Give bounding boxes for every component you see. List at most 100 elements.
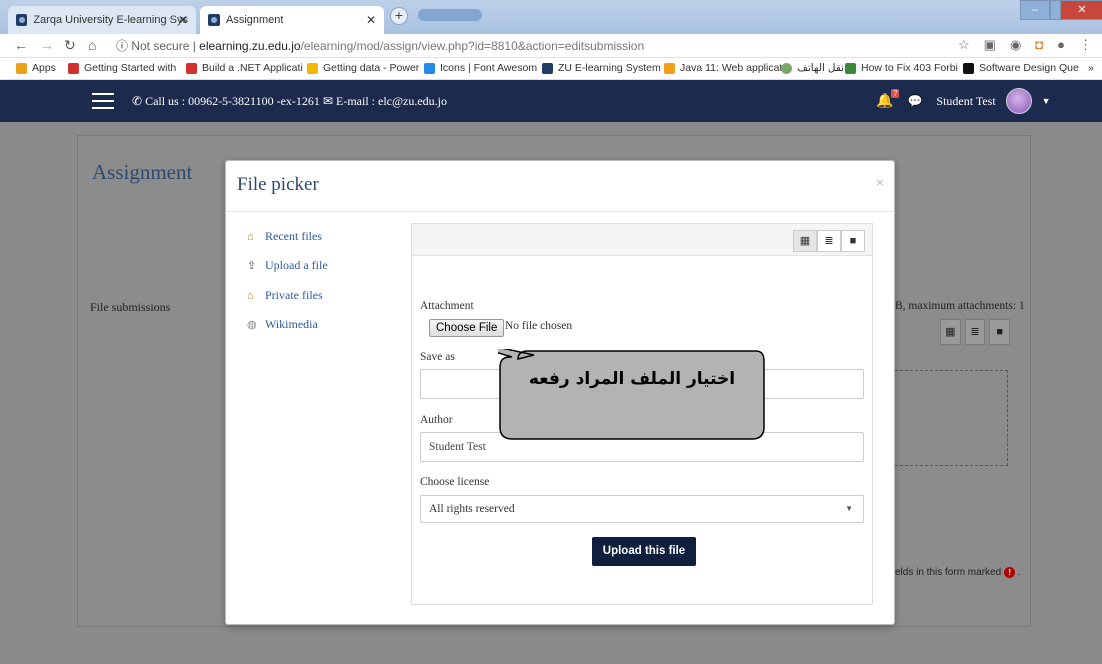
- repo-upload-file[interactable]: ⇪ Upload a file: [247, 258, 328, 273]
- grid-view-icon: ▦: [940, 319, 961, 345]
- blurred-tab-area: [418, 9, 482, 21]
- license-select[interactable]: All rights reserved ▼: [420, 495, 864, 523]
- site-favicon-icon: [16, 14, 28, 26]
- panel-toolbar: ▦ ≣ ■: [412, 224, 872, 256]
- hamburger-menu-icon[interactable]: [92, 93, 114, 109]
- bookmark-favicon-icon: [307, 62, 318, 74]
- file-submissions-label: File submissions: [90, 300, 171, 314]
- repo-private-files[interactable]: ⌂ Private files: [247, 288, 323, 303]
- url-field[interactable]: ⓘ Not secure | elearning.zu.edu.jo/elear…: [116, 37, 644, 54]
- dialog-title: File picker: [237, 174, 319, 195]
- background-view-toggles: ▦ ≣ ■: [940, 319, 1011, 345]
- bookmark-favicon-icon: [542, 62, 553, 74]
- page-title: Assignment: [92, 160, 193, 184]
- site-navbar: ✆ Call us : 00962-5-3821100 -ex-1261 ✉ E…: [0, 80, 1102, 122]
- required-fields-note: elds in this form marked! .: [895, 567, 1021, 578]
- close-window-button[interactable]: ✕: [1060, 0, 1102, 20]
- bookmark-favicon-icon: [963, 62, 974, 74]
- bookmark-item[interactable]: نقل الهاتف: [781, 62, 844, 74]
- bookmark-item[interactable]: ZU E-learning System: [542, 62, 661, 74]
- browser-tab-bar: Zarqa University E-learning Syste ✕ Assi…: [0, 0, 1102, 34]
- extension-icon[interactable]: ◉: [1010, 37, 1021, 53]
- recent-files-icon: ⌂: [247, 230, 254, 243]
- chevron-down-icon: ▼: [845, 504, 853, 513]
- close-tab-icon[interactable]: ✕: [366, 13, 376, 27]
- bookmark-item[interactable]: Software Design Que: [963, 62, 1079, 74]
- repo-recent-files[interactable]: ⌂ Recent files: [247, 229, 322, 244]
- forward-arrow-icon[interactable]: →: [40, 37, 54, 53]
- extension-icon[interactable]: ▣: [984, 37, 996, 53]
- close-tab-icon[interactable]: ✕: [178, 13, 188, 27]
- required-icon: !: [1004, 567, 1016, 578]
- tab-title: Zarqa University E-learning Syste: [33, 14, 188, 26]
- bookmark-favicon-icon: [781, 62, 792, 74]
- bookmark-item[interactable]: Java 11: Web applicat: [664, 62, 782, 74]
- annotation-callout: [498, 349, 765, 440]
- back-arrow-icon[interactable]: ←: [14, 37, 28, 53]
- security-label: Not secure: [131, 39, 190, 53]
- bookmark-apps[interactable]: Apps: [16, 62, 56, 74]
- max-attachments-info: B, maximum attachments: 1: [895, 300, 1025, 312]
- phone-icon: ✆: [132, 94, 146, 108]
- contact-email: E-mail : elc@zu.edu.jo: [336, 94, 448, 108]
- view-toggle-group: ▦ ≣ ■: [793, 230, 865, 252]
- bookmark-favicon-icon: [664, 62, 675, 74]
- apps-grid-icon: [16, 62, 27, 74]
- browser-toolbar-icons: ☆ ▣ ◉ ◘ ● ⋮: [958, 37, 1092, 53]
- annotation-text: اختيار الملف المراد رفعه: [528, 369, 736, 389]
- folder-view-icon[interactable]: ■: [841, 230, 865, 252]
- bookmark-favicon-icon: [845, 62, 856, 74]
- user-name[interactable]: Student Test: [936, 94, 995, 109]
- user-menu: 🔔 7 💬 Student Test ▼: [876, 88, 1051, 114]
- menu-kebab-icon[interactable]: ⋮: [1079, 37, 1092, 53]
- bookmark-item[interactable]: Getting Started with: [68, 62, 176, 74]
- contact-info: ✆ Call us : 00962-5-3821100 -ex-1261 ✉ E…: [132, 94, 447, 109]
- new-tab-button[interactable]: +: [390, 7, 408, 25]
- minimize-window-button[interactable]: –: [1020, 0, 1050, 20]
- info-icon: ⓘ: [116, 39, 132, 53]
- reload-icon[interactable]: ↻: [64, 37, 76, 54]
- notification-bell-icon[interactable]: 🔔 7: [876, 88, 900, 110]
- bookmarks-bar: Apps Getting Started with Build a .NET A…: [0, 58, 1102, 80]
- save-as-label: Save as: [420, 351, 455, 363]
- url-host: elearning.zu.edu.jo: [199, 39, 301, 53]
- author-label: Author: [420, 414, 453, 426]
- bookmark-item[interactable]: Getting data - Power: [307, 62, 419, 74]
- browser-tab-assignment[interactable]: Assignment ✕: [200, 6, 384, 34]
- profile-icon[interactable]: ●: [1057, 37, 1065, 53]
- browser-tab-zarqa[interactable]: Zarqa University E-learning Syste ✕: [8, 6, 196, 34]
- upload-icon: ⇪: [247, 259, 257, 272]
- chevron-down-icon[interactable]: ▼: [1042, 96, 1051, 106]
- more-bookmarks-icon[interactable]: »: [1088, 62, 1094, 74]
- attachment-label: Attachment: [420, 300, 474, 312]
- upload-file-button[interactable]: Upload this file: [592, 537, 696, 566]
- no-file-chosen-text: No file chosen: [505, 320, 573, 332]
- bookmark-star-icon[interactable]: ☆: [958, 37, 970, 53]
- bookmark-favicon-icon: [186, 62, 197, 74]
- list-view-icon[interactable]: ≣: [817, 230, 841, 252]
- private-files-icon: ⌂: [247, 289, 254, 302]
- bookmark-item[interactable]: Build a .NET Applicati: [186, 62, 303, 74]
- folder-icon: ■: [989, 319, 1011, 345]
- bookmark-item[interactable]: Icons | Font Awesom: [424, 62, 537, 74]
- home-icon[interactable]: ⌂: [88, 37, 96, 53]
- site-favicon-icon: [208, 14, 220, 26]
- notification-count-badge: 7: [891, 88, 900, 98]
- divider: [226, 211, 894, 212]
- list-view-icon: ≣: [964, 319, 986, 345]
- messages-icon[interactable]: 💬: [907, 94, 922, 109]
- url-path: /elearning/mod/assign/view.php?id=8810&a…: [300, 39, 645, 53]
- contact-phone: Call us : 00962-5-3821100 -ex-1261: [145, 94, 320, 108]
- bookmark-item[interactable]: How to Fix 403 Forbi: [845, 62, 958, 74]
- avatar[interactable]: [1005, 88, 1032, 114]
- grid-view-icon[interactable]: ▦: [793, 230, 817, 252]
- license-label: Choose license: [420, 476, 490, 488]
- license-selected-value: All rights reserved: [429, 503, 515, 515]
- extension-icon[interactable]: ◘: [1035, 37, 1043, 53]
- choose-file-button[interactable]: Choose File: [429, 319, 505, 337]
- bookmark-favicon-icon: [424, 62, 435, 74]
- bookmark-favicon-icon: [68, 62, 79, 74]
- close-icon[interactable]: ×: [876, 174, 884, 190]
- wikimedia-icon: ◍: [247, 318, 257, 331]
- repo-wikimedia[interactable]: ◍ Wikimedia: [247, 317, 318, 332]
